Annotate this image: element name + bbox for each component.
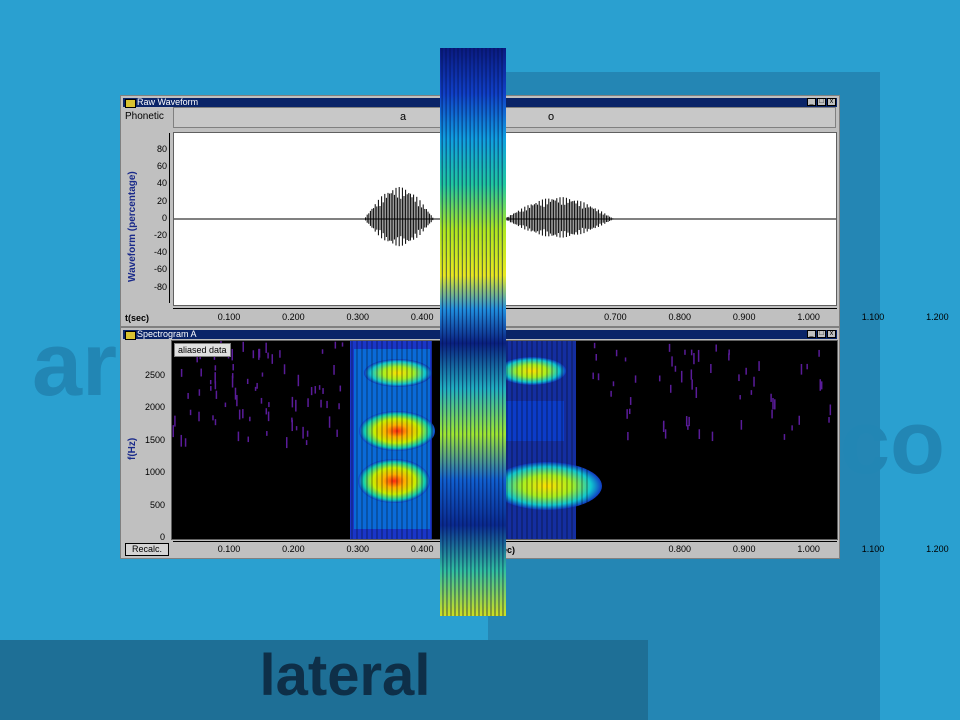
waveform-y-axis (169, 133, 170, 303)
x-tick-label: 0.700 (604, 312, 627, 322)
slide-title: lateral (259, 643, 431, 708)
y-tick-label: 20 (156, 195, 167, 206)
y-tick-label: 80 (156, 144, 167, 154)
recalc-button[interactable]: Recalc. (125, 543, 169, 556)
y-tick-label: 1000 (144, 467, 165, 478)
y-tick-label: -20 (153, 230, 167, 240)
y-tick-label: 1500 (144, 434, 165, 445)
y-tick-label: 2500 (144, 370, 165, 380)
segment-a[interactable]: a (400, 111, 406, 123)
x-tick-label: 1.100 (861, 312, 885, 322)
app-icon (125, 99, 136, 108)
x-tick-label: 1.200 (926, 544, 949, 554)
overlay-strip-image (440, 48, 506, 616)
y-tick-label: 500 (149, 499, 165, 510)
x-tick-label: 0.900 (732, 312, 756, 322)
phonetic-label: Phonetic (125, 111, 164, 122)
x-tick-label: 0.200 (282, 312, 305, 322)
x-tick-label: 0.800 (668, 544, 692, 554)
window-title: Raw Waveform (137, 97, 199, 107)
minimize-icon[interactable]: _ (807, 330, 816, 338)
x-tick-label: 0.200 (282, 544, 305, 554)
y-tick-label: 2000 (144, 402, 165, 413)
x-tick-label: 1.000 (797, 544, 820, 554)
x-tick-label: 0.900 (732, 544, 756, 554)
maximize-icon[interactable]: □ (817, 330, 826, 338)
y-tick-label: -80 (153, 281, 167, 292)
y-tick-label: 0 (159, 532, 165, 542)
x-tick-label: 1.000 (797, 312, 820, 322)
y-tick-label: 0 (161, 212, 167, 223)
y-tick-label: -40 (153, 247, 167, 258)
y-tick-label: -60 (153, 264, 167, 275)
x-tick-label: 1.100 (861, 544, 885, 554)
ghost-text-left: ar (32, 315, 118, 415)
x-tick-label: 0.300 (346, 544, 370, 554)
x-tick-label: 0.400 (410, 544, 434, 554)
overlay-spectrogram-strip (440, 48, 506, 616)
window-title: Spectrogram A (137, 329, 197, 339)
x-tick-label: 0.300 (346, 312, 370, 322)
y-tick-label: 60 (156, 161, 167, 172)
ghost-text-right: co (840, 393, 946, 493)
close-icon[interactable]: x (827, 330, 836, 338)
x-tick-label: 0.800 (668, 312, 692, 322)
waveform-y-axis-label: Waveform (percentage) (127, 171, 138, 282)
close-icon[interactable]: x (827, 98, 836, 106)
minimize-icon[interactable]: _ (807, 98, 816, 106)
x-tick-label: 0.100 (217, 544, 241, 554)
x-tick-label: 0.100 (217, 312, 241, 322)
app-icon (125, 331, 136, 340)
segment-o[interactable]: o (548, 111, 554, 123)
y-tick-label: 40 (156, 178, 167, 189)
aliased-data-badge: aliased data (174, 343, 231, 357)
x-tick-label: 1.200 (926, 312, 949, 322)
maximize-icon[interactable]: □ (817, 98, 826, 106)
x-tick-label: 0.400 (410, 312, 434, 322)
waveform-x-axis-name: t(sec) (125, 313, 150, 323)
